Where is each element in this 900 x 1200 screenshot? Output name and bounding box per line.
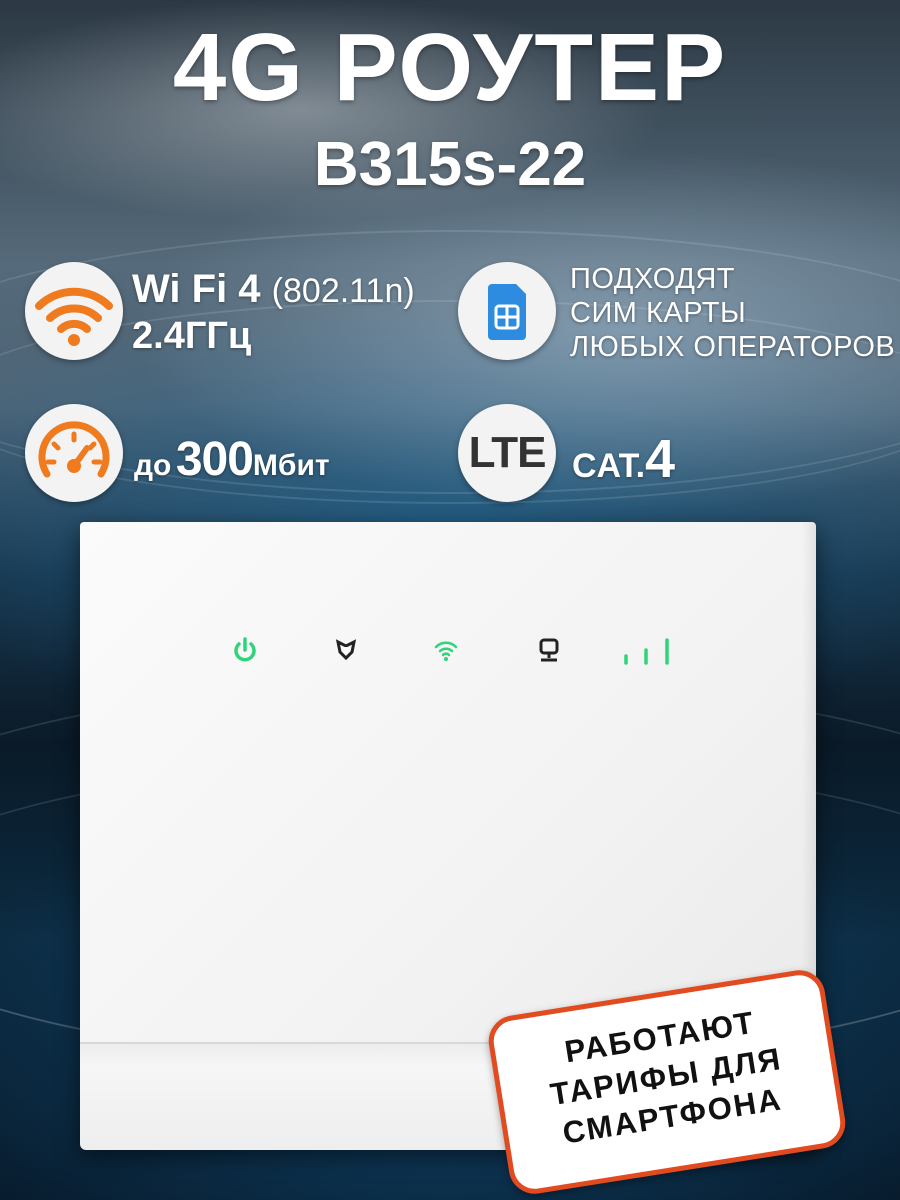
power-icon (234, 637, 256, 662)
cat-value: 4 (645, 429, 676, 489)
speed-badge (25, 404, 123, 502)
page-title: 4G РОУТЕР (172, 14, 728, 121)
wifi-band: 2.4ГГц (132, 315, 252, 357)
wifi-feature: Wi Fi 4 (802.11n) 2.4ГГц (132, 266, 415, 358)
speed-unit: Мбит (252, 449, 330, 482)
sim-card-icon (488, 284, 526, 340)
sim-feature: ПОДХОДЯТ СИМ КАРТЫ ЛЮБЫХ ОПЕРАТОРОВ (570, 262, 895, 364)
sim-line-2: СИМ КАРТЫ (570, 297, 747, 329)
wifi-badge (25, 262, 123, 360)
speed-prefix: до (134, 449, 172, 482)
lte-badge: LTE (458, 404, 556, 502)
signal-icon (624, 638, 669, 665)
lte-category: CAT.4 (572, 428, 675, 490)
speed-feature: до 300Мбит (134, 432, 330, 487)
wifi-icon (434, 641, 458, 661)
wifi-icon (35, 287, 113, 346)
speed-value: 300 (175, 433, 254, 486)
sim-badge (458, 262, 556, 360)
cat-label: CAT. (572, 447, 646, 485)
lan-icon (539, 638, 559, 662)
network-icon (335, 639, 357, 661)
sim-line-1: ПОДХОДЯТ (570, 263, 736, 295)
speedometer-icon (38, 421, 110, 478)
lte-label: LTE (468, 428, 547, 477)
wifi-standard: (802.11n) (271, 272, 415, 310)
model-name: B315s-22 (313, 130, 587, 199)
product-card: 4G РОУТЕР B315s-22 Wi Fi 4 (802.11n) 2.4… (0, 0, 900, 1200)
wifi-name: Wi Fi 4 (132, 267, 261, 311)
sim-line-3: ЛЮБЫХ ОПЕРАТОРОВ (570, 331, 896, 363)
